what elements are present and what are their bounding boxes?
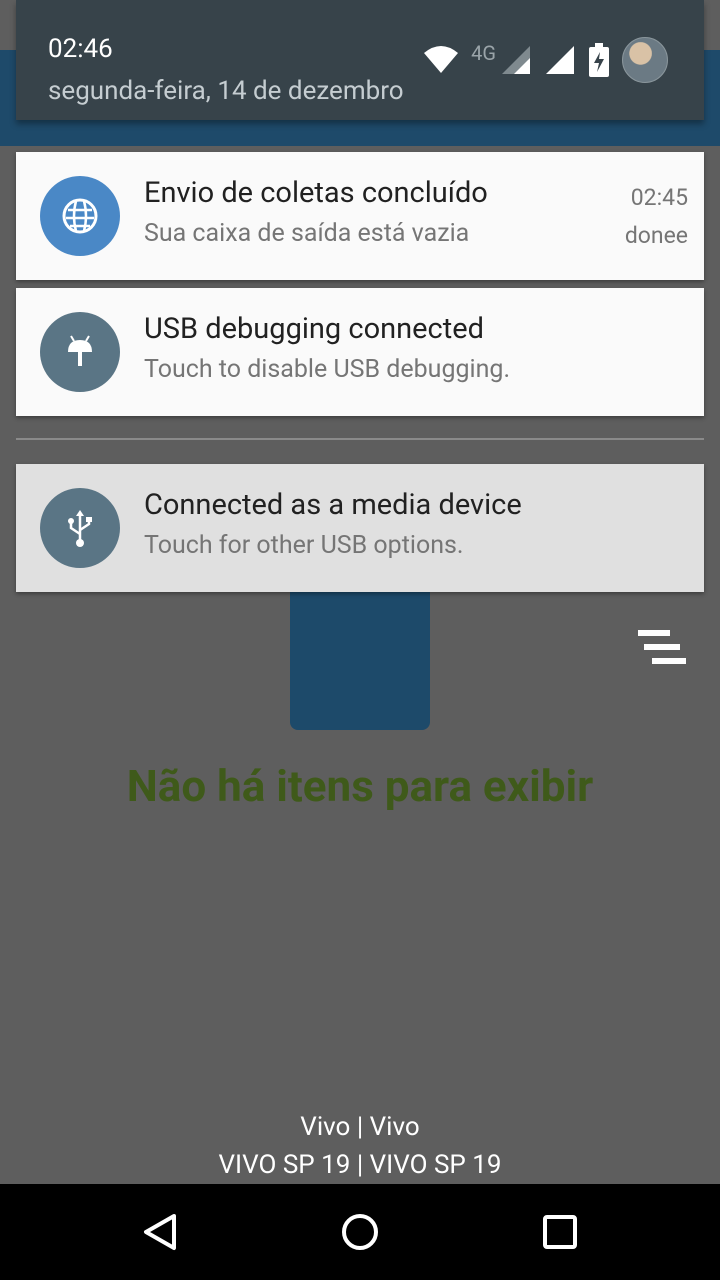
battery-charging-icon	[589, 43, 609, 77]
notification-title: Envio de coletas concluído	[144, 176, 488, 210]
empty-list-message: Não há itens para exibir	[126, 760, 594, 812]
avatar[interactable]	[622, 37, 668, 83]
notification-info: donee	[624, 222, 688, 249]
notification-text: Sua caixa de saída está vazia	[144, 219, 470, 248]
notification-app-icon	[40, 488, 120, 568]
home-button[interactable]	[300, 1184, 420, 1280]
carrier-label: Vivo | Vivo	[300, 1112, 420, 1142]
date-label[interactable]: segunda-feira, 14 de dezembro	[48, 76, 404, 106]
notification-app-icon	[40, 312, 120, 392]
recents-icon	[543, 1215, 577, 1249]
globe-icon	[62, 198, 98, 234]
notification-text: Touch to disable USB debugging.	[144, 355, 511, 384]
notification-title: USB debugging connected	[144, 312, 484, 346]
notification-time: 02:45	[630, 184, 688, 211]
back-button[interactable]	[100, 1184, 220, 1280]
app-header-block	[290, 590, 430, 730]
notification-divider	[16, 438, 704, 440]
notification-app-icon	[40, 176, 120, 256]
home-icon	[342, 1214, 378, 1250]
notification-usb-debugging[interactable]: USB debugging connected Touch to disable…	[16, 288, 704, 416]
android-icon	[68, 335, 92, 366]
signal-icon	[546, 46, 574, 74]
navigation-bar	[0, 1184, 720, 1280]
notification-usb-media-device[interactable]: Connected as a media device Touch for ot…	[16, 464, 704, 592]
back-icon	[144, 1214, 176, 1250]
notification-upload-complete[interactable]: Envio de coletas concluído Sua caixa de …	[16, 152, 704, 280]
notification-title: Connected as a media device	[144, 488, 522, 522]
carrier-network-label: VIVO SP 19 | VIVO SP 19	[218, 1150, 502, 1180]
wifi-icon	[424, 46, 459, 73]
usb-icon	[68, 510, 92, 547]
notification-text: Touch for other USB options.	[144, 531, 464, 560]
notification-shade-header[interactable]: 02:46 segunda-feira, 14 de dezembro 4G	[16, 0, 704, 120]
signal-icon	[502, 46, 530, 74]
sort-icon[interactable]	[638, 630, 686, 666]
network-type-label: 4G	[471, 41, 496, 65]
clock: 02:46	[48, 34, 113, 64]
status-icons: 4G	[423, 37, 668, 83]
recents-button[interactable]	[500, 1184, 620, 1280]
